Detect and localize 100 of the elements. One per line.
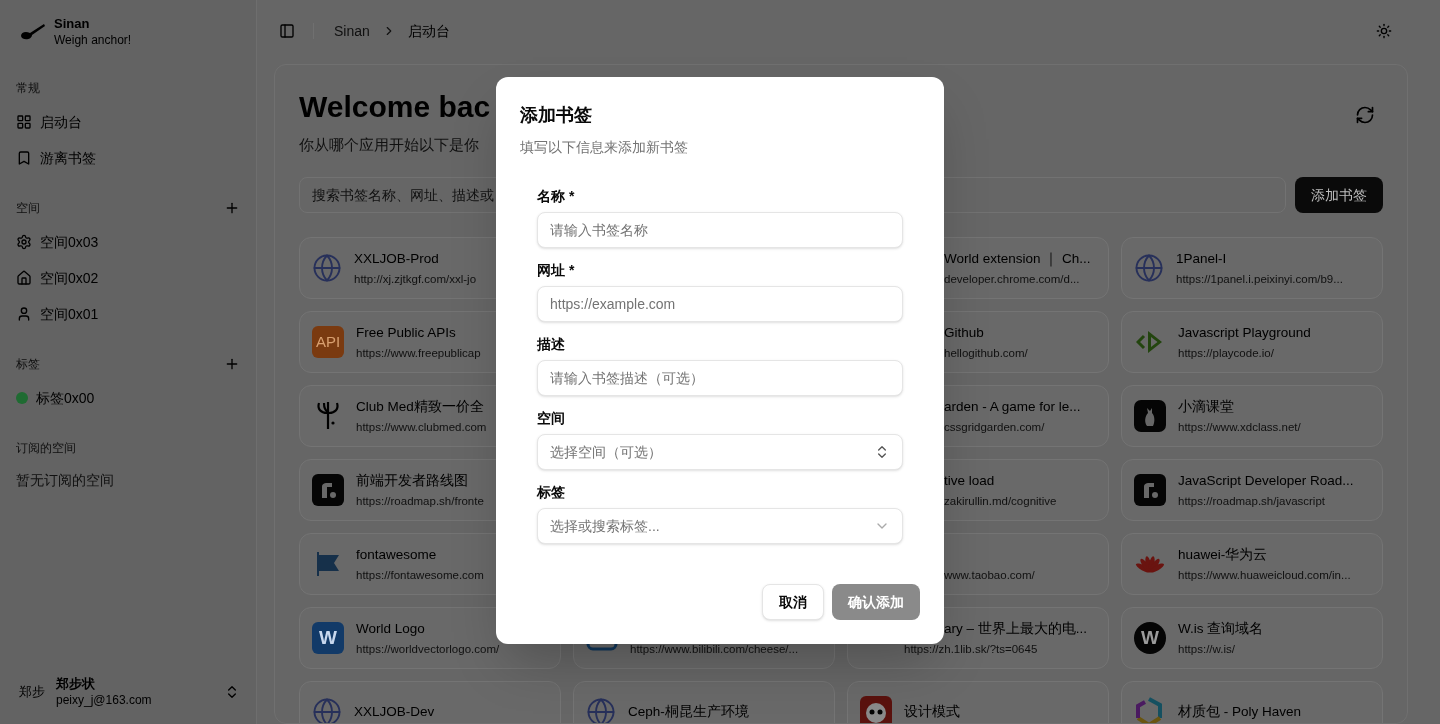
- tag-combobox[interactable]: 选择或搜索标签...: [537, 508, 903, 544]
- breadcrumb-item: 启动台: [407, 22, 450, 41]
- empty-text: 暂无订阅的空间: [15, 471, 115, 490]
- field-label: 名称: [537, 187, 565, 206]
- bookmark-card[interactable]: JavaScript Developer Road... https://roadmap.sh/javascript: [1121, 459, 1383, 521]
- brand-tagline: Weigh anchor!: [54, 32, 132, 48]
- bookmark-card[interactable]: 小滴课堂 https://www.xdclass.net/: [1121, 385, 1383, 447]
- page-title: Welcome bac: [299, 89, 491, 125]
- text-input[interactable]: https://example.com: [537, 286, 903, 322]
- bookmark-title: World Logo: [356, 619, 426, 638]
- animal-face-icon: [860, 696, 892, 723]
- bookmark-title: 1Panel-I: [1176, 249, 1228, 268]
- bookmark-url: developer.chrome.com/d...: [944, 271, 1081, 287]
- bookmark-title: 材质包 - Poly Haven: [1178, 703, 1302, 721]
- bookmark-url: http://xj.zjtkgf.com/xxl-jo: [354, 271, 477, 287]
- home-icon: [16, 270, 32, 286]
- bookmark-card[interactable]: 材质包 - Poly Haven: [1121, 681, 1383, 723]
- globe-icon: [312, 253, 342, 283]
- cancel-button[interactable]: 取消: [762, 584, 824, 620]
- page-subtitle: 你从哪个应用开始以下是你: [299, 135, 480, 155]
- user-email: peixy_j@163.com: [56, 692, 153, 708]
- group-label: 常规: [16, 80, 40, 97]
- hexagon-logo-icon: [1136, 697, 1164, 723]
- group-label: 标签: [16, 356, 40, 373]
- bookmark-url: https://worldvectorlogo.com/: [356, 641, 500, 657]
- sidebar-item[interactable]: 游离书签: [8, 140, 248, 176]
- bookmark-card[interactable]: 1Panel-I https://1panel.i.peixinyi.com/b9...: [1121, 237, 1383, 299]
- bookmark-url: cssgridgarden.com/: [944, 419, 1046, 435]
- bookmark-url: https://w.is/: [1178, 641, 1236, 657]
- bookmark-title: XXLJOB-Dev: [354, 703, 435, 721]
- globe-icon: [1134, 253, 1164, 283]
- letter-logo: W: [312, 622, 344, 654]
- panel-icon: [279, 23, 295, 39]
- bookmark-title: Javascript Playground: [1178, 323, 1311, 342]
- spoon-logo-icon: [20, 23, 46, 41]
- bookmark-title: 小滴课堂: [1178, 397, 1235, 416]
- bookmark-title: Ceph-桐昆生产环境: [628, 703, 749, 721]
- bookmark-title: 设计模式: [904, 703, 960, 721]
- letter-logo: W: [1134, 622, 1166, 654]
- bookmark-url: https://www.clubmed.com: [356, 419, 487, 435]
- add-icon[interactable]: [224, 356, 240, 372]
- bookmark-url: zakirullin.md/cognitive: [944, 493, 1057, 509]
- user-icon: [16, 306, 32, 322]
- bookmark-card[interactable]: XXLJOB-Dev: [299, 681, 561, 723]
- code-play-icon: [1136, 330, 1164, 354]
- bookmark-card[interactable]: W W.is 查询域名 https://w.is/: [1121, 607, 1383, 669]
- bookmark-title: ary – 世界上最大的电...: [944, 619, 1087, 638]
- bookmark-url: www.taobao.com/: [944, 567, 1035, 583]
- dialog-title: 添加书签: [520, 104, 593, 127]
- sidebar-item[interactable]: 空间0x01: [8, 296, 248, 332]
- bookmark-url: https://zh.1lib.sk/?ts=0645: [904, 641, 1039, 657]
- bookmark-title: 前端开发者路线图: [356, 471, 469, 490]
- bookmark-title: fontawesome: [356, 545, 438, 564]
- group-label: 空间: [16, 200, 40, 217]
- sun-icon: [1376, 23, 1392, 39]
- bookmark-title: W.is 查询域名: [1178, 619, 1264, 638]
- required-mark: *: [569, 187, 575, 206]
- sidebar-item[interactable]: 标签0x00: [8, 380, 248, 416]
- group-label: 订阅的空间: [16, 440, 76, 457]
- bookmark-url: https://www.bilibili.com/cheese/...: [630, 641, 799, 657]
- bookmark-url: https://roadmap.sh/fronte: [356, 493, 484, 509]
- bookmark-card[interactable]: 设计模式: [847, 681, 1109, 723]
- bookmark-title: XXLJOB-Prod: [354, 249, 440, 268]
- bookmark-card[interactable]: Javascript Playground https://playcode.io/: [1121, 311, 1383, 373]
- text-input[interactable]: 请输入书签名称: [537, 212, 903, 248]
- brand-name: Sinan: [54, 16, 91, 32]
- bookmark-title: arden - A game for le...: [944, 397, 1081, 416]
- bookmark-title: Club Med精致一价全: [356, 397, 485, 416]
- bookmark-url: https://www.freepublicap: [356, 345, 481, 361]
- bookmark-url: https://roadmap.sh/javascript: [1178, 493, 1326, 509]
- space-select[interactable]: 选择空间（可选）: [537, 434, 903, 470]
- bookmark-title: Free Public APIs: [356, 323, 457, 342]
- bookmark-title: tive load: [944, 471, 996, 490]
- sidebar-item[interactable]: 空间0x03: [8, 224, 248, 260]
- globe-icon: [312, 697, 342, 723]
- roadmap-logo-icon: [1134, 474, 1166, 506]
- breadcrumb-item[interactable]: Sinan: [334, 21, 370, 41]
- api-logo: API: [312, 326, 344, 358]
- user-avatar: 郑步: [18, 683, 46, 702]
- bookmark-card[interactable]: huawei-华为云 https://www.huaweicloud.com/in...: [1121, 533, 1383, 595]
- grid-icon: [16, 114, 32, 130]
- bookmark-card[interactable]: Ceph-桐昆生产环境: [573, 681, 835, 723]
- user-name: 郑步状: [56, 676, 96, 692]
- bookmark-title: World extension ｜ Ch...: [944, 249, 1091, 269]
- globe-icon: [586, 697, 616, 723]
- bookmark-icon: [16, 150, 32, 166]
- required-mark: *: [569, 261, 575, 280]
- text-input[interactable]: 请输入书签描述（可选）: [537, 360, 903, 396]
- settings-icon: [16, 234, 32, 250]
- add-bookmark-button[interactable]: 添加书签: [1295, 177, 1383, 213]
- add-icon[interactable]: [224, 200, 240, 216]
- bookmark-title: JavaScript Developer Road...: [1178, 471, 1354, 490]
- bookmark-url: hellogithub.com/: [944, 345, 1028, 361]
- trident-logo-icon: [315, 401, 341, 431]
- bookmark-url: https://www.huaweicloud.com/in...: [1178, 567, 1351, 583]
- refresh-icon: [1355, 105, 1375, 125]
- roadmap-logo-icon: [312, 474, 344, 506]
- dialog-description: 填写以下信息来添加新书签: [520, 138, 689, 157]
- sidebar-item[interactable]: 启动台: [8, 104, 248, 140]
- sidebar-item[interactable]: 空间0x02: [8, 260, 248, 296]
